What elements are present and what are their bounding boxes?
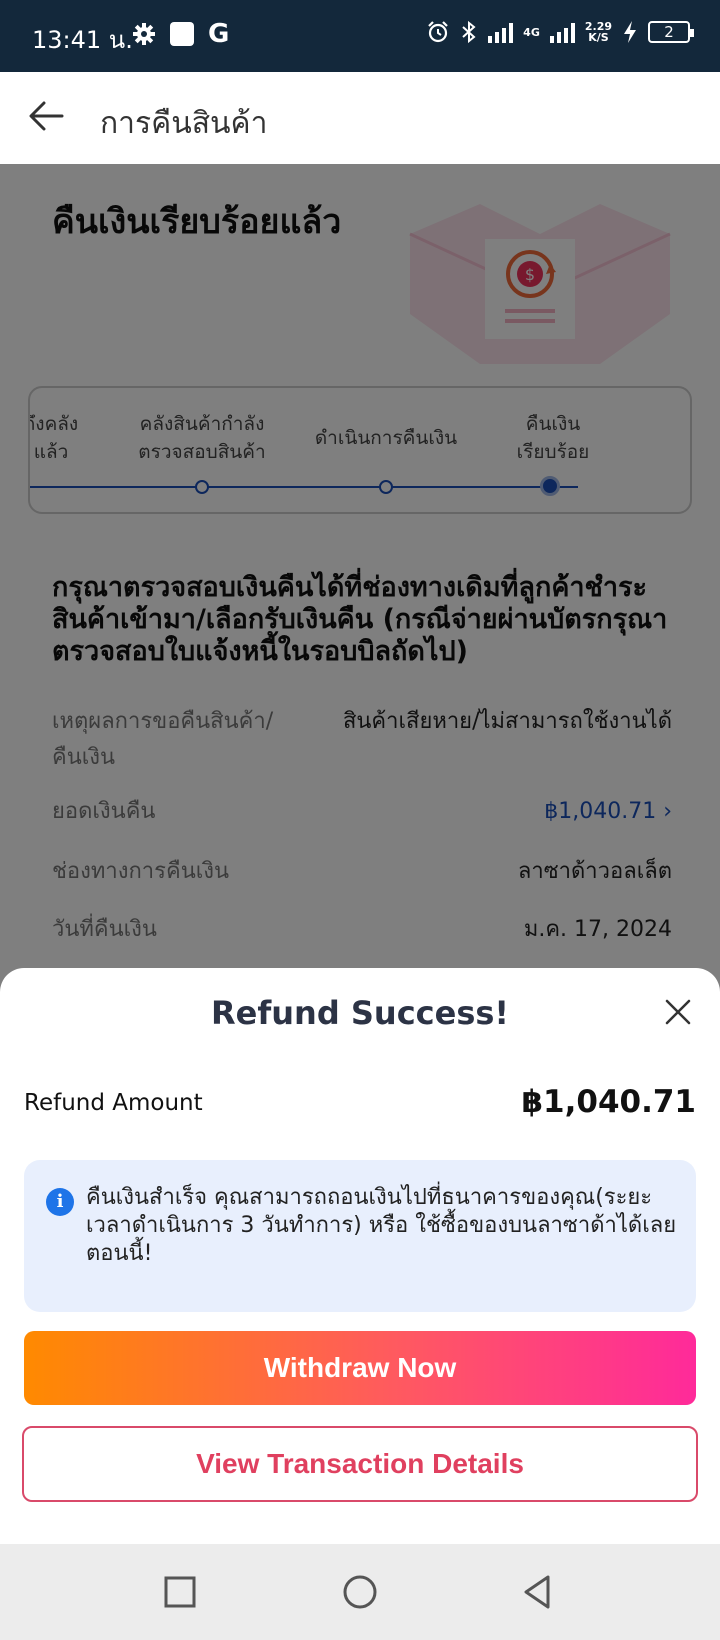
settings-icon <box>133 23 155 45</box>
info-box: i คืนเงินสำเร็จ คุณสามารถถอนเงินไปที่ธนา… <box>24 1160 696 1312</box>
back-arrow-icon[interactable] <box>24 94 68 138</box>
view-transaction-details-button[interactable]: View Transaction Details <box>22 1426 698 1502</box>
signal-icon-2 <box>549 21 575 43</box>
alarm-icon <box>428 21 448 43</box>
bluetooth-icon <box>462 20 476 44</box>
home-icon[interactable] <box>340 1572 380 1612</box>
notification-square-icon <box>170 22 194 46</box>
system-nav-bar <box>0 1544 720 1640</box>
status-time: 13:41 น. <box>32 26 133 54</box>
google-icon: G <box>208 19 230 49</box>
signal-icon <box>488 21 514 43</box>
status-right-icons: 4G 2.29 K/S 2 <box>426 20 694 44</box>
withdraw-now-button[interactable]: Withdraw Now <box>24 1331 696 1405</box>
page-title: การคืนสินค้า <box>100 106 268 141</box>
info-icon: i <box>46 1188 74 1216</box>
back-icon[interactable] <box>518 1572 558 1612</box>
refund-amount-value: ฿1,040.71 <box>521 1084 696 1120</box>
status-bar: 13:41 น. G 4G 2.29 K/S 2 <box>0 0 720 72</box>
status-left-icons: G <box>132 19 230 49</box>
app-bar: การคืนสินค้า <box>0 72 720 164</box>
network-speed: 2.29 K/S <box>584 20 612 44</box>
recents-icon[interactable] <box>160 1572 200 1612</box>
charging-icon <box>624 21 636 43</box>
info-text: คืนเงินสำเร็จ คุณสามารถถอนเงินไปที่ธนาคา… <box>86 1185 677 1266</box>
refund-amount-label: Refund Amount <box>24 1090 203 1116</box>
close-icon[interactable] <box>660 994 696 1030</box>
network-type: 4G <box>523 25 540 39</box>
sheet-title: Refund Success! <box>210 994 510 1032</box>
battery-icon: 2 <box>648 21 694 43</box>
refund-success-sheet: Refund Success! Refund Amount ฿1,040.71 … <box>0 968 720 1544</box>
